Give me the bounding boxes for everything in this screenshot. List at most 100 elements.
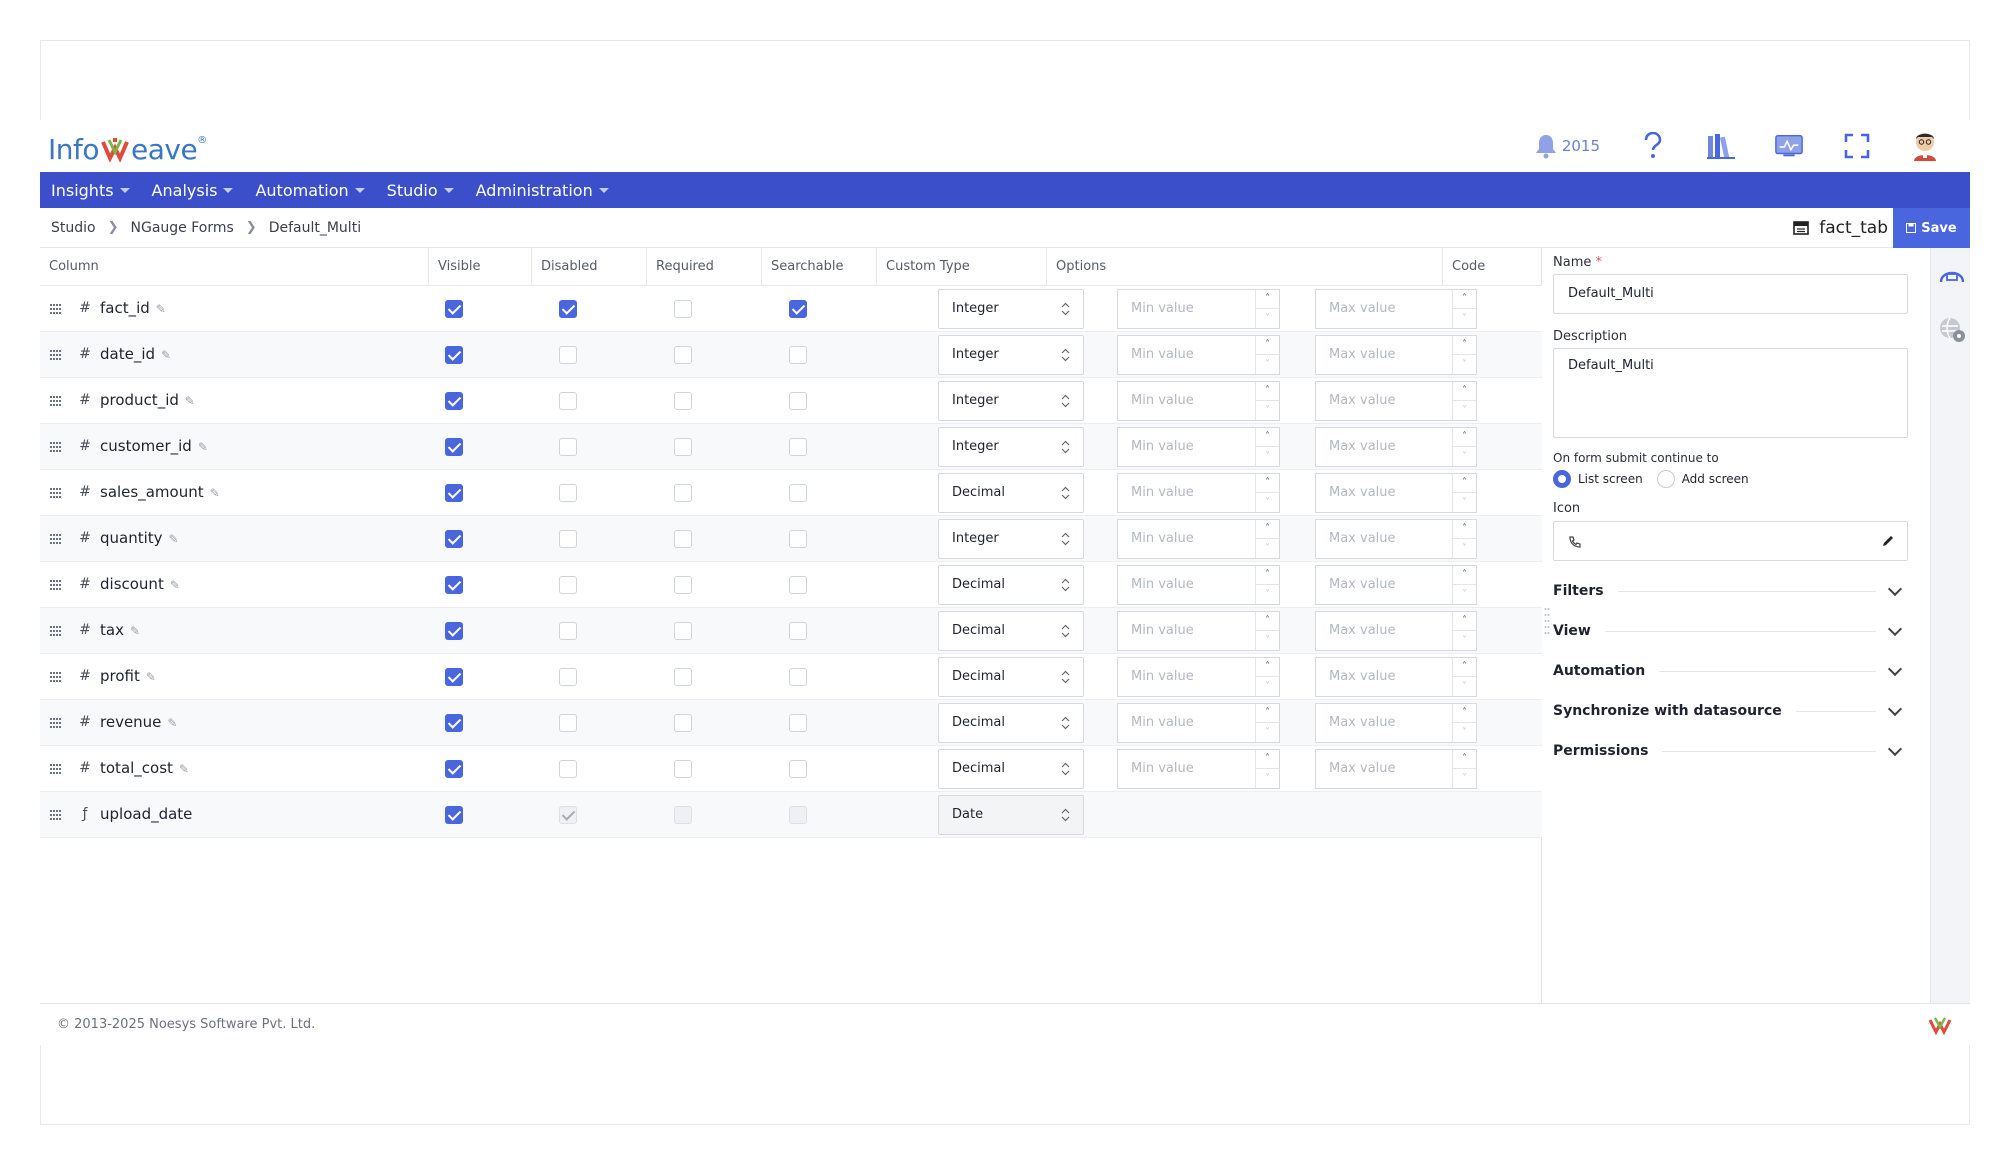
drag-handle-icon[interactable] xyxy=(49,533,63,545)
disabled-checkbox[interactable] xyxy=(559,714,577,732)
custom-type-select[interactable]: Date xyxy=(938,795,1084,835)
section-permissions[interactable]: Permissions xyxy=(1553,731,1908,771)
required-checkbox[interactable] xyxy=(674,714,692,732)
name-input[interactable]: Default_Multi xyxy=(1553,274,1908,314)
searchable-checkbox[interactable] xyxy=(789,668,807,686)
searchable-checkbox[interactable] xyxy=(789,530,807,548)
disabled-checkbox[interactable] xyxy=(559,668,577,686)
edit-pencil-icon[interactable] xyxy=(1881,534,1895,548)
searchable-checkbox[interactable] xyxy=(789,300,807,318)
drag-handle-icon[interactable] xyxy=(49,763,63,775)
min-value-input[interactable]: Min value ˄ ˅ xyxy=(1117,381,1280,421)
required-checkbox[interactable] xyxy=(674,760,692,778)
custom-type-select[interactable]: Decimal xyxy=(938,703,1084,743)
drag-handle-icon[interactable] xyxy=(49,579,63,591)
visible-checkbox[interactable] xyxy=(445,760,463,778)
drag-handle-icon[interactable] xyxy=(49,349,63,361)
section-filters[interactable]: Filters xyxy=(1553,571,1908,611)
searchable-checkbox[interactable] xyxy=(789,714,807,732)
min-stepper[interactable]: ˄ ˅ xyxy=(1255,658,1279,696)
disabled-checkbox[interactable] xyxy=(559,484,577,502)
disabled-checkbox[interactable] xyxy=(559,622,577,640)
searchable-checkbox[interactable] xyxy=(789,346,807,364)
custom-type-select[interactable]: Integer xyxy=(938,335,1084,375)
searchable-checkbox[interactable] xyxy=(789,622,807,640)
visible-checkbox[interactable] xyxy=(445,806,463,824)
max-value-input[interactable]: Max value ˄ ˅ xyxy=(1315,611,1477,651)
min-value-input[interactable]: Min value ˄ ˅ xyxy=(1117,519,1280,559)
nav-studio[interactable]: Studio xyxy=(387,181,454,200)
min-stepper[interactable]: ˄ ˅ xyxy=(1255,428,1279,466)
custom-type-select[interactable]: Decimal xyxy=(938,565,1084,605)
visible-checkbox[interactable] xyxy=(445,530,463,548)
min-value-input[interactable]: Min value ˄ ˅ xyxy=(1117,611,1280,651)
table-selector[interactable]: fact_tab xyxy=(1793,208,1888,248)
min-value-input[interactable]: Min value ˄ ˅ xyxy=(1117,703,1280,743)
visible-checkbox[interactable] xyxy=(445,346,463,364)
max-value-input[interactable]: Max value ˄ ˅ xyxy=(1315,703,1477,743)
help-button[interactable] xyxy=(1638,131,1668,161)
min-value-input[interactable]: Min value ˄ ˅ xyxy=(1117,657,1280,697)
visible-checkbox[interactable] xyxy=(445,438,463,456)
searchable-checkbox[interactable] xyxy=(789,484,807,502)
searchable-checkbox[interactable] xyxy=(789,438,807,456)
save-button[interactable]: Save xyxy=(1893,208,1970,248)
disabled-checkbox[interactable] xyxy=(559,392,577,410)
min-value-input[interactable]: Min value ˄ ˅ xyxy=(1117,565,1280,605)
disabled-checkbox[interactable] xyxy=(559,530,577,548)
required-checkbox[interactable] xyxy=(674,346,692,364)
custom-type-select[interactable]: Integer xyxy=(938,519,1084,559)
monitor-button[interactable] xyxy=(1774,131,1804,161)
disabled-checkbox[interactable] xyxy=(559,760,577,778)
min-value-input[interactable]: Min value ˄ ˅ xyxy=(1117,335,1280,375)
app-logo[interactable]: Info eave ® xyxy=(48,128,207,166)
max-value-input[interactable]: Max value ˄ ˅ xyxy=(1315,381,1477,421)
max-value-input[interactable]: Max value ˄ ˅ xyxy=(1315,427,1477,467)
nav-administration[interactable]: Administration xyxy=(476,181,609,200)
required-checkbox[interactable] xyxy=(674,622,692,640)
required-checkbox[interactable] xyxy=(674,300,692,318)
required-checkbox[interactable] xyxy=(674,576,692,594)
max-value-input[interactable]: Max value ˄ ˅ xyxy=(1315,473,1477,513)
visible-checkbox[interactable] xyxy=(445,392,463,410)
required-checkbox[interactable] xyxy=(674,484,692,502)
max-stepper[interactable]: ˄ ˅ xyxy=(1452,336,1476,374)
edit-pencil-icon[interactable]: ✎ xyxy=(198,440,208,454)
drag-handle-icon[interactable] xyxy=(49,487,63,499)
max-value-input[interactable]: Max value ˄ ˅ xyxy=(1315,749,1477,789)
icon-field[interactable] xyxy=(1553,521,1908,561)
searchable-checkbox[interactable] xyxy=(789,576,807,594)
max-stepper[interactable]: ˄ ˅ xyxy=(1452,382,1476,420)
radio-list-screen[interactable]: List screen xyxy=(1553,470,1643,488)
max-stepper[interactable]: ˄ ˅ xyxy=(1452,750,1476,788)
min-value-input[interactable]: Min value ˄ ˅ xyxy=(1117,289,1280,329)
max-value-input[interactable]: Max value ˄ ˅ xyxy=(1315,565,1477,605)
custom-type-select[interactable]: Decimal xyxy=(938,611,1084,651)
settings-globe-icon[interactable] xyxy=(1938,316,1966,344)
min-stepper[interactable]: ˄ ˅ xyxy=(1255,750,1279,788)
drag-handle-icon[interactable] xyxy=(49,625,63,637)
disabled-checkbox[interactable] xyxy=(559,438,577,456)
max-value-input[interactable]: Max value ˄ ˅ xyxy=(1315,335,1477,375)
max-stepper[interactable]: ˄ ˅ xyxy=(1452,290,1476,328)
edit-pencil-icon[interactable]: ✎ xyxy=(167,716,177,730)
form-layout-icon[interactable] xyxy=(1939,264,1965,286)
visible-checkbox[interactable] xyxy=(445,622,463,640)
required-checkbox[interactable] xyxy=(674,438,692,456)
max-stepper[interactable]: ˄ ˅ xyxy=(1452,612,1476,650)
nav-analysis[interactable]: Analysis xyxy=(152,181,234,200)
user-avatar[interactable] xyxy=(1910,131,1940,161)
visible-checkbox[interactable] xyxy=(445,576,463,594)
fullscreen-button[interactable] xyxy=(1842,131,1872,161)
edit-pencil-icon[interactable]: ✎ xyxy=(170,578,180,592)
drag-handle-icon[interactable] xyxy=(49,441,63,453)
description-textarea[interactable]: Default_Multi xyxy=(1553,348,1908,438)
edit-pencil-icon[interactable]: ✎ xyxy=(210,486,220,500)
min-stepper[interactable]: ˄ ˅ xyxy=(1255,704,1279,742)
custom-type-select[interactable]: Integer xyxy=(938,381,1084,421)
library-button[interactable] xyxy=(1706,131,1736,161)
edit-pencil-icon[interactable]: ✎ xyxy=(161,348,171,362)
edit-pencil-icon[interactable]: ✎ xyxy=(169,532,179,546)
edit-pencil-icon[interactable]: ✎ xyxy=(146,670,156,684)
min-stepper[interactable]: ˄ ˅ xyxy=(1255,290,1279,328)
